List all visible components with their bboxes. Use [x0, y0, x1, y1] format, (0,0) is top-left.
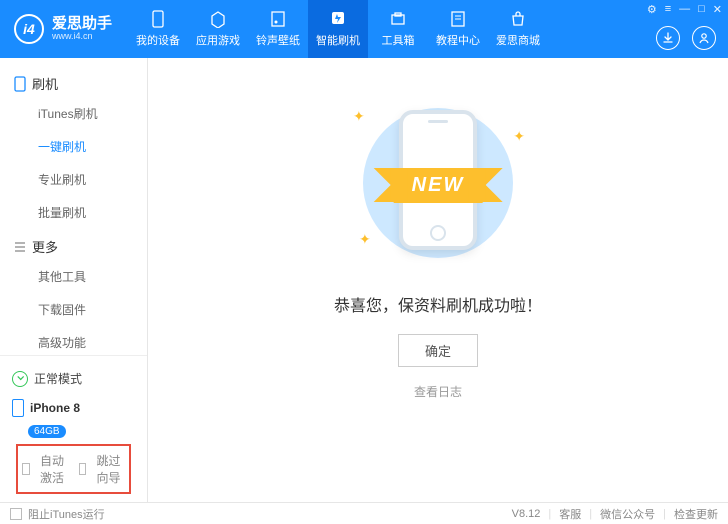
mode-label: 正常模式: [34, 370, 82, 387]
checkbox-label: 阻止iTunes运行: [28, 506, 105, 522]
user-icon: [698, 32, 710, 44]
shop-icon: [509, 10, 527, 28]
device-name: iPhone 8: [30, 401, 80, 415]
wechat-link[interactable]: 微信公众号: [600, 506, 655, 522]
sidebar-item[interactable]: 其他工具: [0, 260, 147, 293]
menu-icon[interactable]: ≡: [665, 3, 671, 16]
main-content: ✦ ✦ ✦ NEW 恭喜您，保资料刷机成功啦！ 确定 查看日志: [148, 58, 728, 502]
sidebar-item[interactable]: 高级功能: [0, 326, 147, 355]
nav-flash[interactable]: 智能刷机: [308, 0, 368, 58]
checkbox-auto-activate[interactable]: [22, 463, 30, 475]
options-box: 自动激活 跳过向导: [16, 444, 131, 494]
top-nav: 我的设备应用游戏铃声壁纸智能刷机 工具箱 教程中心爱思商城: [128, 0, 548, 58]
logo-icon: i4: [14, 14, 44, 44]
checkbox-block-itunes[interactable]: [10, 508, 22, 520]
sidebar-group-flash: 刷机: [0, 66, 147, 97]
phone-icon: [149, 10, 167, 28]
app-subtitle: www.i4.cn: [52, 31, 112, 42]
book-icon: [449, 10, 467, 28]
maximize-icon[interactable]: □: [698, 3, 705, 16]
view-log-link[interactable]: 查看日志: [414, 383, 462, 400]
update-link[interactable]: 检查更新: [674, 506, 718, 522]
nav-label: 教程中心: [436, 32, 480, 48]
device-mode[interactable]: 正常模式: [10, 364, 137, 393]
sidebar-item[interactable]: iTunes刷机: [0, 97, 147, 130]
nav-label: 爱思商城: [496, 32, 540, 48]
device-info[interactable]: iPhone 8: [10, 393, 137, 423]
nav-label: 智能刷机: [316, 32, 360, 48]
success-message: 恭喜您，保资料刷机成功啦！: [334, 292, 542, 316]
download-button[interactable]: [656, 26, 680, 50]
version-label: V8.12: [512, 508, 541, 520]
apps-icon: [209, 10, 227, 28]
sidebar-item[interactable]: 一键刷机: [0, 130, 147, 163]
nav-label: 铃声壁纸: [256, 32, 300, 48]
app-logo: i4 爱思助手 www.i4.cn: [0, 14, 122, 44]
success-illustration: ✦ ✦ ✦ NEW: [333, 98, 543, 268]
phone-icon: [14, 76, 26, 92]
app-title: 爱思助手: [52, 16, 112, 31]
sidebar: 刷机 iTunes刷机一键刷机专业刷机批量刷机 更多 其他工具下载固件高级功能 …: [0, 58, 148, 502]
sidebar-item[interactable]: 下载固件: [0, 293, 147, 326]
nav-label: 应用游戏: [196, 32, 240, 48]
checkbox-label: 跳过向导: [96, 452, 125, 486]
user-button[interactable]: [692, 26, 716, 50]
settings-icon[interactable]: ⚙: [647, 3, 657, 16]
window-controls: ⚙ ≡ — □ ✕: [647, 3, 722, 16]
sidebar-item[interactable]: 专业刷机: [0, 163, 147, 196]
sidebar-group-label: 刷机: [32, 74, 58, 93]
nav-phone[interactable]: 我的设备: [128, 0, 188, 58]
download-icon: [662, 32, 674, 44]
checkbox-skip-guide[interactable]: [79, 463, 87, 475]
sidebar-group-label: 更多: [32, 237, 58, 256]
ok-button[interactable]: 确定: [398, 334, 478, 367]
storage-badge: 64GB: [28, 425, 66, 438]
status-bar: 阻止iTunes运行 V8.12 | 客服 | 微信公众号 | 检查更新: [0, 502, 728, 524]
support-link[interactable]: 客服: [559, 506, 581, 522]
sidebar-item[interactable]: 批量刷机: [0, 196, 147, 229]
nav-music[interactable]: 铃声壁纸: [248, 0, 308, 58]
nav-label: 工具箱: [382, 32, 415, 48]
music-icon: [269, 10, 287, 28]
close-icon[interactable]: ✕: [713, 3, 722, 16]
nav-label: 我的设备: [136, 32, 180, 48]
phone-icon: [12, 399, 24, 417]
tools-icon: [389, 10, 407, 28]
minimize-icon[interactable]: —: [679, 3, 690, 16]
nav-apps[interactable]: 应用游戏: [188, 0, 248, 58]
new-ribbon: NEW: [394, 168, 483, 203]
flash-icon: [329, 10, 347, 28]
nav-shop[interactable]: 爱思商城: [488, 0, 548, 58]
sidebar-group-more: 更多: [0, 229, 147, 260]
app-header: i4 爱思助手 www.i4.cn 我的设备应用游戏铃声壁纸智能刷机 工具箱 教程中…: [0, 0, 728, 58]
nav-tools[interactable]: 工具箱: [368, 0, 428, 58]
check-circle-icon: [12, 371, 28, 387]
checkbox-label: 自动激活: [40, 452, 69, 486]
nav-book[interactable]: 教程中心: [428, 0, 488, 58]
menu-icon: [14, 241, 26, 253]
